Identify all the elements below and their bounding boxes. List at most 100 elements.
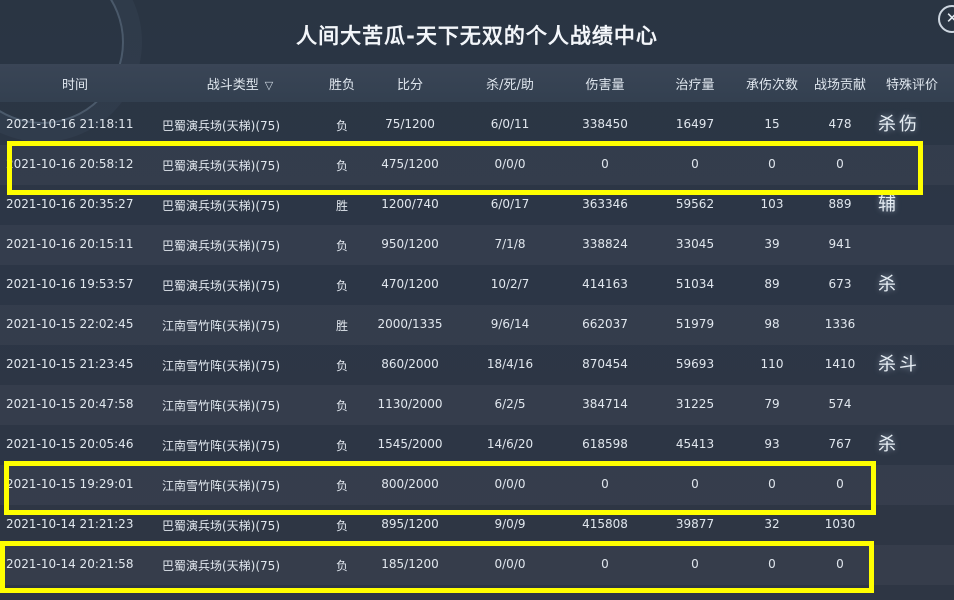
cell-heal: 16497: [675, 117, 715, 131]
cell-time: 2021-10-16 21:18:11: [6, 117, 134, 131]
cell-hits: 110: [760, 357, 784, 371]
cell-time: 2021-10-15 22:02:45: [6, 317, 134, 331]
cell-result: 负: [335, 519, 348, 533]
cell-time: 2021-10-16 20:35:27: [6, 197, 134, 211]
table-header: 时间 战斗类型 ▽ 胜负 比分 杀/死/助 伤害量 治疗量 承伤次数 战场贡献 特…: [0, 64, 954, 102]
special-evaluation-badge: 杀斗: [878, 354, 920, 375]
cell-kda: 9/0/9: [494, 517, 526, 531]
cell-result: 负: [335, 239, 348, 253]
cell-mode: 江南雪竹阵(天梯)(75): [162, 359, 280, 373]
special-evaluation-badge: 杀伤: [878, 114, 920, 135]
cell-kda: 7/1/8: [494, 237, 526, 251]
cell-hits: 89: [764, 277, 780, 291]
cell-hits: 93: [764, 437, 780, 451]
cell-damage: 363346: [582, 197, 628, 211]
cell-score: 950/1200: [381, 237, 439, 251]
cell-score: 860/2000: [381, 357, 439, 371]
cell-damage: 384714: [582, 397, 628, 411]
cell-kda: 18/4/16: [486, 357, 534, 371]
cell-kda: 6/2/5: [494, 397, 526, 411]
cell-damage: 414163: [582, 277, 628, 291]
row-highlight-box: [7, 141, 923, 195]
cell-heal: 31225: [675, 397, 715, 411]
cell-score: 1545/2000: [377, 437, 443, 451]
cell-score: 1130/2000: [377, 397, 443, 411]
page-title: 人间大苦瓜-天下无双的个人战绩中心: [296, 24, 658, 48]
cell-contrib: 767: [828, 437, 852, 451]
record-panel: 人间大苦瓜-天下无双的个人战绩中心 ✕ 时间 战斗类型 ▽ 胜负 比分 杀/死/助…: [0, 0, 954, 600]
table-row: 2021-10-15 21:23:45 江南雪竹阵(天梯)(75) 负 860/200…: [0, 345, 954, 385]
table-row: 2021-10-15 20:05:46 江南雪竹阵(天梯)(75) 负 1545/20…: [0, 425, 954, 465]
header-contrib: 战场贡献: [813, 78, 866, 93]
cell-mode: 巴蜀演兵场(天梯)(75): [162, 199, 280, 213]
special-evaluation-badge: 杀: [878, 274, 899, 295]
cell-heal: 59693: [675, 357, 715, 371]
cell-time: 2021-10-15 21:23:45: [6, 357, 134, 371]
cell-heal: 39877: [675, 517, 715, 531]
cell-heal: 33045: [675, 237, 715, 251]
cell-kda: 14/6/20: [486, 437, 534, 451]
cell-hits: 103: [760, 197, 784, 211]
cell-contrib: 478: [828, 117, 852, 131]
cell-kda: 9/6/14: [490, 317, 530, 331]
cell-damage: 870454: [582, 357, 628, 371]
cell-mode: 巴蜀演兵场(天梯)(75): [162, 279, 280, 293]
cell-time: 2021-10-14 21:21:23: [6, 517, 134, 531]
cell-result: 负: [335, 279, 348, 293]
cell-score: 895/1200: [381, 517, 439, 531]
cell-score: 2000/1335: [377, 317, 443, 331]
cell-score: 75/1200: [385, 117, 435, 131]
header-mode-label: 战斗类型: [206, 78, 259, 93]
cell-hits: 32: [764, 517, 780, 531]
cell-contrib: 673: [828, 277, 852, 291]
cell-time: 2021-10-15 20:05:46: [6, 437, 134, 451]
table-row: 2021-10-16 20:15:11 巴蜀演兵场(天梯)(75) 负 950/120…: [0, 225, 954, 265]
special-evaluation-badge: 杀: [878, 434, 899, 455]
chevron-down-icon[interactable]: ▽: [265, 79, 273, 92]
cell-result: 胜: [335, 319, 348, 333]
cell-hits: 98: [764, 317, 780, 331]
cell-mode: 巴蜀演兵场(天梯)(75): [162, 119, 280, 133]
cell-hits: 39: [764, 237, 780, 251]
cell-damage: 662037: [582, 317, 628, 331]
cell-contrib: 574: [828, 397, 852, 411]
header-mode[interactable]: 战斗类型 ▽: [190, 74, 290, 93]
table-row: 2021-10-16 21:18:11 巴蜀演兵场(天梯)(75) 负 75/1200…: [0, 105, 954, 145]
cell-heal: 51034: [675, 277, 715, 291]
row-highlight-box: [4, 461, 876, 515]
cell-contrib: 1410: [824, 357, 856, 371]
cell-result: 负: [335, 399, 348, 413]
cell-kda: 10/2/7: [490, 277, 530, 291]
cell-damage: 415808: [582, 517, 628, 531]
cell-mode: 巴蜀演兵场(天梯)(75): [162, 239, 280, 253]
cell-mode: 巴蜀演兵场(天梯)(75): [162, 519, 280, 533]
row-highlight-box: [0, 541, 874, 593]
table-row: 2021-10-15 20:47:58 江南雪竹阵(天梯)(75) 负 1130/20…: [0, 385, 954, 425]
header-hits: 承伤次数: [745, 78, 798, 93]
cell-mode: 江南雪竹阵(天梯)(75): [162, 319, 280, 333]
cell-time: 2021-10-16 19:53:57: [6, 277, 134, 291]
table-row: 2021-10-15 22:02:45 江南雪竹阵(天梯)(75) 胜 2000/13…: [0, 305, 954, 345]
cell-contrib: 1336: [824, 317, 856, 331]
header-heal: 治疗量: [675, 78, 715, 93]
cell-kda: 6/0/11: [490, 117, 530, 131]
cell-result: 负: [335, 359, 348, 373]
cell-mode: 江南雪竹阵(天梯)(75): [162, 399, 280, 413]
header-result: 胜负: [328, 78, 355, 93]
cell-contrib: 941: [828, 237, 852, 251]
cell-heal: 45413: [675, 437, 715, 451]
cell-time: 2021-10-16 20:15:11: [6, 237, 134, 251]
cell-result: 负: [335, 119, 348, 133]
header-kda: 杀/死/助: [486, 78, 534, 93]
cell-score: 470/1200: [381, 277, 439, 291]
cell-hits: 15: [764, 117, 780, 131]
header-special: 特殊评价: [885, 78, 938, 93]
cell-damage: 338450: [582, 117, 628, 131]
cell-damage: 618598: [582, 437, 628, 451]
cell-mode: 江南雪竹阵(天梯)(75): [162, 439, 280, 453]
table-row: 2021-10-16 19:53:57 巴蜀演兵场(天梯)(75) 负 470/120…: [0, 265, 954, 305]
cell-score: 1200/740: [381, 197, 439, 211]
cell-time: 2021-10-15 20:47:58: [6, 397, 134, 411]
header-damage: 伤害量: [585, 78, 625, 93]
cell-contrib: 889: [828, 197, 852, 211]
